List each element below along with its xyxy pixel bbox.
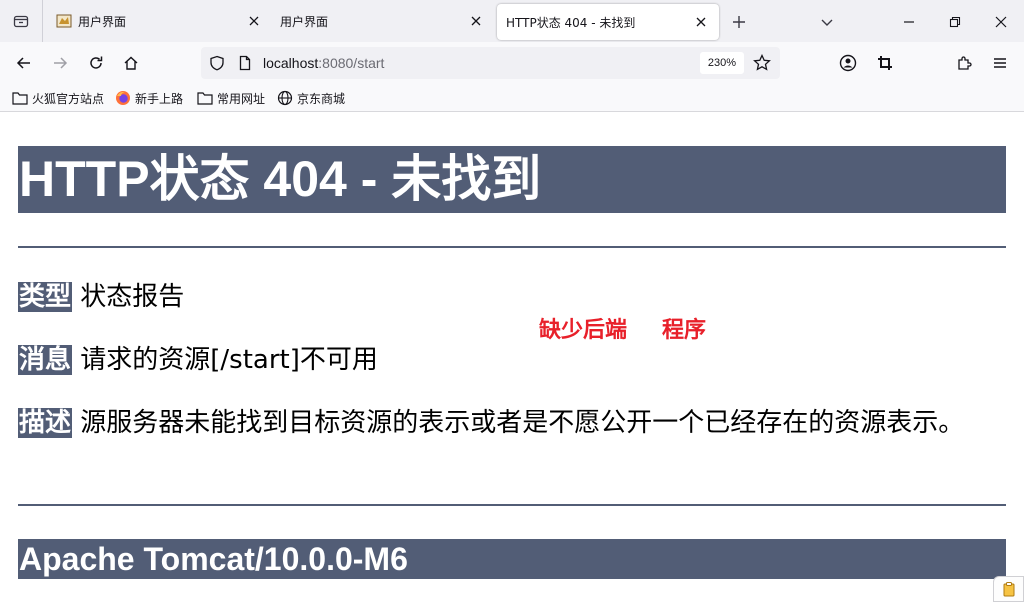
bookmark-label: 新手上路 — [135, 91, 184, 106]
url-text[interactable]: localhost:8080/start — [263, 54, 384, 72]
tab-list-icon — [13, 15, 29, 28]
restore-icon — [949, 16, 961, 28]
url-host: localhost — [263, 55, 319, 71]
close-tab-icon[interactable] — [468, 13, 484, 29]
puzzle-icon — [958, 56, 972, 70]
account-button[interactable] — [835, 50, 861, 76]
error-title: HTTP状态 404 - 未找到 — [18, 146, 1006, 213]
bookmark-item[interactable]: 京东商城 — [277, 88, 345, 108]
reload-icon — [90, 56, 103, 69]
close-tab-icon[interactable] — [246, 13, 262, 29]
account-icon — [839, 54, 857, 72]
forward-arrow-icon — [54, 57, 68, 69]
tab-title: 用户界面 — [280, 14, 329, 29]
description-value: 源服务器未能找到目标资源的表示或者是不愿公开一个已经存在的资源表示。 — [80, 408, 965, 438]
description-row: 描述 源服务器未能找到目标资源的表示或者是不愿公开一个已经存在的资源表示。 — [18, 406, 978, 440]
chevron-down-icon — [821, 19, 833, 26]
close-tab-icon[interactable] — [693, 14, 709, 30]
tab-overflow-button[interactable] — [816, 11, 838, 33]
tab-1[interactable]: 用户界面 — [52, 0, 272, 42]
page-info-icon[interactable] — [237, 55, 253, 71]
home-button[interactable] — [118, 50, 144, 76]
type-label: 类型 — [18, 282, 73, 312]
page-content: HTTP状态 404 - 未找到 类型 状态报告 消息 请求的资源[/start… — [0, 112, 1024, 602]
globe-icon — [277, 90, 293, 106]
divider — [18, 246, 1006, 248]
restore-button[interactable] — [944, 11, 966, 33]
hamburger-menu-icon — [994, 58, 1006, 68]
app-menu-button[interactable] — [987, 50, 1013, 76]
back-button[interactable] — [11, 50, 37, 76]
message-label: 消息 — [18, 345, 73, 375]
new-tab-button[interactable] — [728, 11, 750, 33]
tab-separator — [42, 0, 43, 42]
clipboard-icon — [1003, 582, 1014, 597]
annotation-text: 缺少后端 — [539, 318, 628, 343]
bookmark-item[interactable]: 常用网址 — [197, 88, 265, 108]
minimize-button[interactable] — [898, 11, 920, 33]
crop-icon — [878, 56, 892, 70]
tab-title: HTTP状态 404 - 未找到 — [506, 15, 636, 30]
bookmarks-toolbar: 火狐官方站点 新手上路 常用网址 京东商城 — [0, 84, 1024, 112]
list-all-tabs-button[interactable] — [0, 0, 42, 42]
bookmark-label: 火狐官方站点 — [32, 91, 105, 106]
zoom-level-button[interactable]: 230% — [700, 52, 744, 74]
folder-icon — [12, 92, 28, 105]
bookmark-label: 常用网址 — [217, 91, 266, 106]
forward-button[interactable] — [47, 50, 73, 76]
reload-button[interactable] — [83, 50, 109, 76]
bookmark-item[interactable]: 新手上路 — [115, 88, 183, 108]
folder-icon — [197, 92, 213, 105]
url-bar[interactable]: localhost:8080/start 230% — [201, 47, 780, 79]
tracking-protection-shield-icon[interactable] — [209, 55, 225, 71]
bookmark-item[interactable]: 火狐官方站点 — [12, 88, 104, 108]
type-row: 类型 状态报告 — [18, 280, 1008, 314]
description-label: 描述 — [18, 408, 73, 438]
server-info: Apache Tomcat/10.0.0-M6 — [18, 539, 1006, 579]
tab-2[interactable]: 用户界面 — [272, 0, 494, 42]
firefox-icon — [116, 91, 130, 105]
floating-clipboard-button[interactable] — [993, 576, 1024, 602]
tab-title: 用户界面 — [78, 14, 127, 29]
annotation-text: 程序 — [662, 318, 707, 343]
tab-3-active[interactable]: HTTP状态 404 - 未找到 — [497, 4, 719, 40]
type-value: 状态报告 — [80, 282, 185, 312]
screenshot-button[interactable] — [872, 50, 898, 76]
home-icon — [124, 56, 138, 70]
close-icon — [995, 16, 1007, 28]
bookmark-star-icon[interactable] — [753, 54, 771, 72]
tab-strip: 用户界面 用户界面 HTTP状态 404 - 未找到 — [0, 0, 1024, 42]
message-row: 消息 请求的资源[/start]不可用 — [18, 343, 1008, 377]
minimize-icon — [904, 21, 914, 23]
plus-icon — [733, 16, 745, 28]
extensions-button[interactable] — [951, 50, 977, 76]
url-path: :8080/start — [318, 55, 385, 71]
close-window-button[interactable] — [990, 11, 1012, 33]
back-arrow-icon — [16, 57, 30, 69]
tomcat-favicon-icon — [56, 14, 72, 28]
message-value: 请求的资源[/start]不可用 — [80, 345, 378, 375]
bookmark-label: 京东商城 — [297, 91, 346, 106]
divider — [18, 504, 1006, 506]
